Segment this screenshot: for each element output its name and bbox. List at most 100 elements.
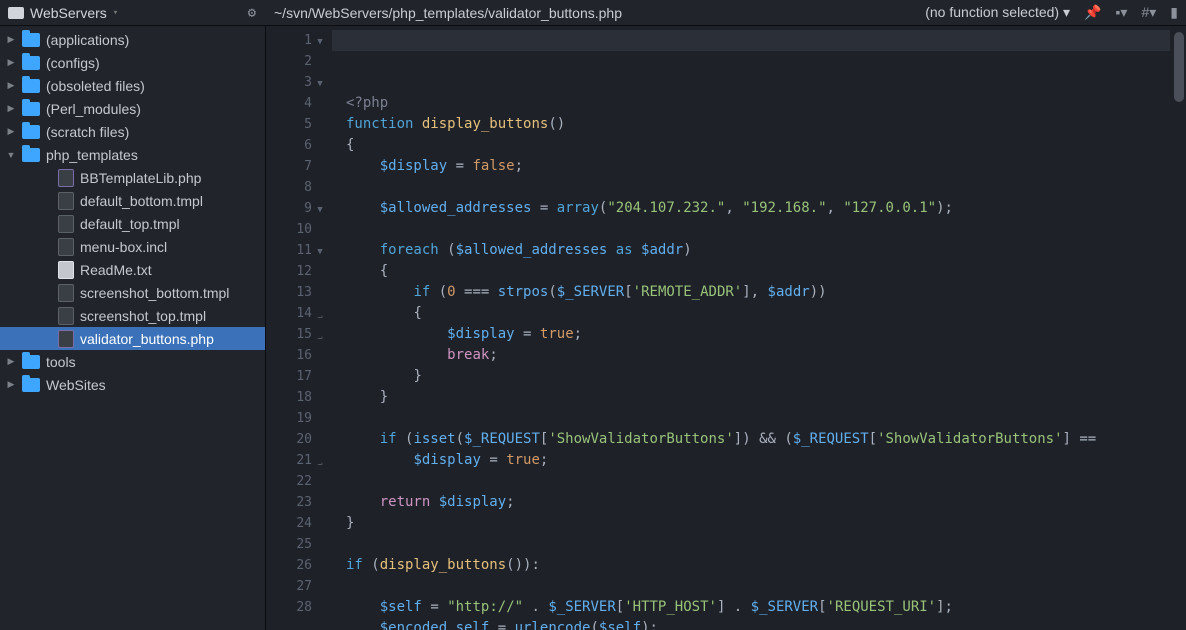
gutter-line: 5 [266, 114, 328, 135]
code-line[interactable]: $display = true; [346, 450, 1186, 471]
tree-item-label: default_bottom.tmpl [80, 193, 203, 209]
stack-icon[interactable]: ▪▾ [1115, 4, 1127, 21]
code-line[interactable]: $allowed_addresses = array("204.107.232.… [346, 198, 1186, 219]
code-line[interactable]: } [346, 366, 1186, 387]
disclosure-triangle[interactable]: ▼ [6, 150, 16, 160]
disclosure-triangle[interactable]: ▶ [6, 379, 16, 390]
code-line[interactable]: if (isset($_REQUEST['ShowValidatorButton… [346, 429, 1186, 450]
tree-folder[interactable]: ▶ tools [0, 350, 265, 373]
disclosure-triangle[interactable]: ▶ [6, 103, 16, 114]
code-line[interactable]: } [346, 513, 1186, 534]
tree-folder[interactable]: ▶ WebSites [0, 373, 265, 396]
tree-item-label: menu-box.incl [80, 239, 167, 255]
code-line[interactable] [346, 534, 1186, 555]
tree-folder[interactable]: ▶ (obsoleted files) [0, 74, 265, 97]
tree-file[interactable]: BBTemplateLib.php [0, 166, 265, 189]
topbar: WebServers ▾ ⚙ ~/svn/WebServers/php_temp… [0, 0, 1186, 26]
fold-marker[interactable]: ▼ [312, 74, 328, 95]
fold-marker[interactable]: ▼ [312, 32, 328, 53]
code-line[interactable]: { [346, 135, 1186, 156]
gutter-line: 21⌐ [266, 450, 328, 471]
tree-file[interactable]: default_top.tmpl [0, 212, 265, 235]
code-line[interactable]: $self = "http://" . $_SERVER['HTTP_HOST'… [346, 597, 1186, 618]
code-area[interactable]: <?phpfunction display_buttons(){ $displa… [332, 26, 1186, 630]
code-line[interactable]: $display = true; [346, 324, 1186, 345]
tree-folder[interactable]: ▶(applications) [0, 28, 265, 51]
gutter: 1▼23▼456789▼1011▼121314⌐15⌐161718192021⌐… [266, 26, 332, 630]
code-line[interactable] [346, 408, 1186, 429]
function-selector[interactable]: (no function selected) ▾ [925, 4, 1070, 21]
code-line[interactable]: $encoded_self = urlencode($self); [346, 618, 1186, 630]
tree-item-label: (Perl_modules) [46, 101, 141, 117]
disclosure-triangle[interactable]: ▶ [6, 34, 16, 45]
tree-file[interactable]: validator_buttons.php [0, 327, 265, 350]
gutter-line: 1▼ [266, 30, 328, 51]
code-line[interactable]: if (0 === strpos($_SERVER['REMOTE_ADDR']… [346, 282, 1186, 303]
gutter-line: 9▼ [266, 198, 328, 219]
code-line[interactable] [346, 471, 1186, 492]
code-line[interactable]: if (display_buttons()): [346, 555, 1186, 576]
gutter-line: 24 [266, 513, 328, 534]
code-line[interactable]: { [346, 261, 1186, 282]
gutter-line: 15⌐ [266, 324, 328, 345]
tree-file[interactable]: ReadMe.txt [0, 258, 265, 281]
code-line[interactable] [346, 576, 1186, 597]
gutter-line: 16 [266, 345, 328, 366]
code-line[interactable]: <?php [346, 93, 1186, 114]
document-icon[interactable]: ▮ [1170, 4, 1178, 21]
gear-icon[interactable]: ⚙ [248, 5, 256, 21]
gutter-line: 20 [266, 429, 328, 450]
tree-folder[interactable]: ▶(configs) [0, 51, 265, 74]
project-name[interactable]: WebServers [30, 5, 107, 21]
tree-file[interactable]: screenshot_top.tmpl [0, 304, 265, 327]
gutter-line: 4 [266, 93, 328, 114]
code-line[interactable]: break; [346, 345, 1186, 366]
tree-file[interactable]: menu-box.incl [0, 235, 265, 258]
gutter-line: 11▼ [266, 240, 328, 261]
code-line[interactable]: } [346, 387, 1186, 408]
tree-item-label: (scratch files) [46, 124, 129, 140]
tree-item-label: tools [46, 354, 76, 370]
gutter-line: 6 [266, 135, 328, 156]
file-path[interactable]: ~/svn/WebServers/php_templates/validator… [274, 5, 622, 21]
code-line[interactable] [346, 219, 1186, 240]
fold-marker[interactable]: ⌐ [312, 326, 328, 347]
code-line[interactable]: foreach ($allowed_addresses as $addr) [346, 240, 1186, 261]
tree-folder[interactable]: ▶ (Perl_modules) [0, 97, 265, 120]
tree-folder[interactable]: ▶ (scratch files) [0, 120, 265, 143]
disclosure-triangle[interactable]: ▶ [6, 57, 16, 68]
file-tree[interactable]: ▶(applications)▶(configs)▶(obsoleted fil… [0, 26, 266, 630]
code-line[interactable]: return $display; [346, 492, 1186, 513]
gutter-line: 3▼ [266, 72, 328, 93]
code-line[interactable]: $display = false; [346, 156, 1186, 177]
file-icon [58, 307, 74, 325]
code-line[interactable] [346, 177, 1186, 198]
code-line[interactable]: { [346, 303, 1186, 324]
tree-item-label: WebSites [46, 377, 106, 393]
code-line[interactable]: function display_buttons() [346, 114, 1186, 135]
hash-icon[interactable]: #▾ [1141, 4, 1156, 21]
folder-icon [22, 79, 40, 93]
gutter-line: 27 [266, 576, 328, 597]
tree-folder[interactable]: ▼php_templates [0, 143, 265, 166]
fold-marker[interactable]: ▼ [312, 200, 328, 221]
code-editor[interactable]: 1▼23▼456789▼1011▼121314⌐15⌐161718192021⌐… [266, 26, 1186, 630]
fold-marker[interactable]: ⌐ [312, 305, 328, 326]
disclosure-triangle[interactable]: ▶ [6, 80, 16, 91]
tree-file[interactable]: screenshot_bottom.tmpl [0, 281, 265, 304]
gutter-line: 19 [266, 408, 328, 429]
gutter-line: 23 [266, 492, 328, 513]
fold-marker[interactable]: ▼ [312, 242, 328, 263]
gutter-line: 12 [266, 261, 328, 282]
pin-icon[interactable]: 📌 [1084, 4, 1101, 21]
gutter-line: 8 [266, 177, 328, 198]
file-icon [58, 330, 74, 348]
disclosure-triangle[interactable]: ▶ [6, 126, 16, 137]
fold-marker[interactable]: ⌐ [312, 452, 328, 473]
tree-item-label: (obsoleted files) [46, 78, 145, 94]
chevron-down-icon[interactable]: ▾ [113, 8, 118, 18]
file-icon [58, 284, 74, 302]
scrollbar-thumb[interactable] [1174, 32, 1184, 102]
tree-file[interactable]: default_bottom.tmpl [0, 189, 265, 212]
disclosure-triangle[interactable]: ▶ [6, 356, 16, 367]
